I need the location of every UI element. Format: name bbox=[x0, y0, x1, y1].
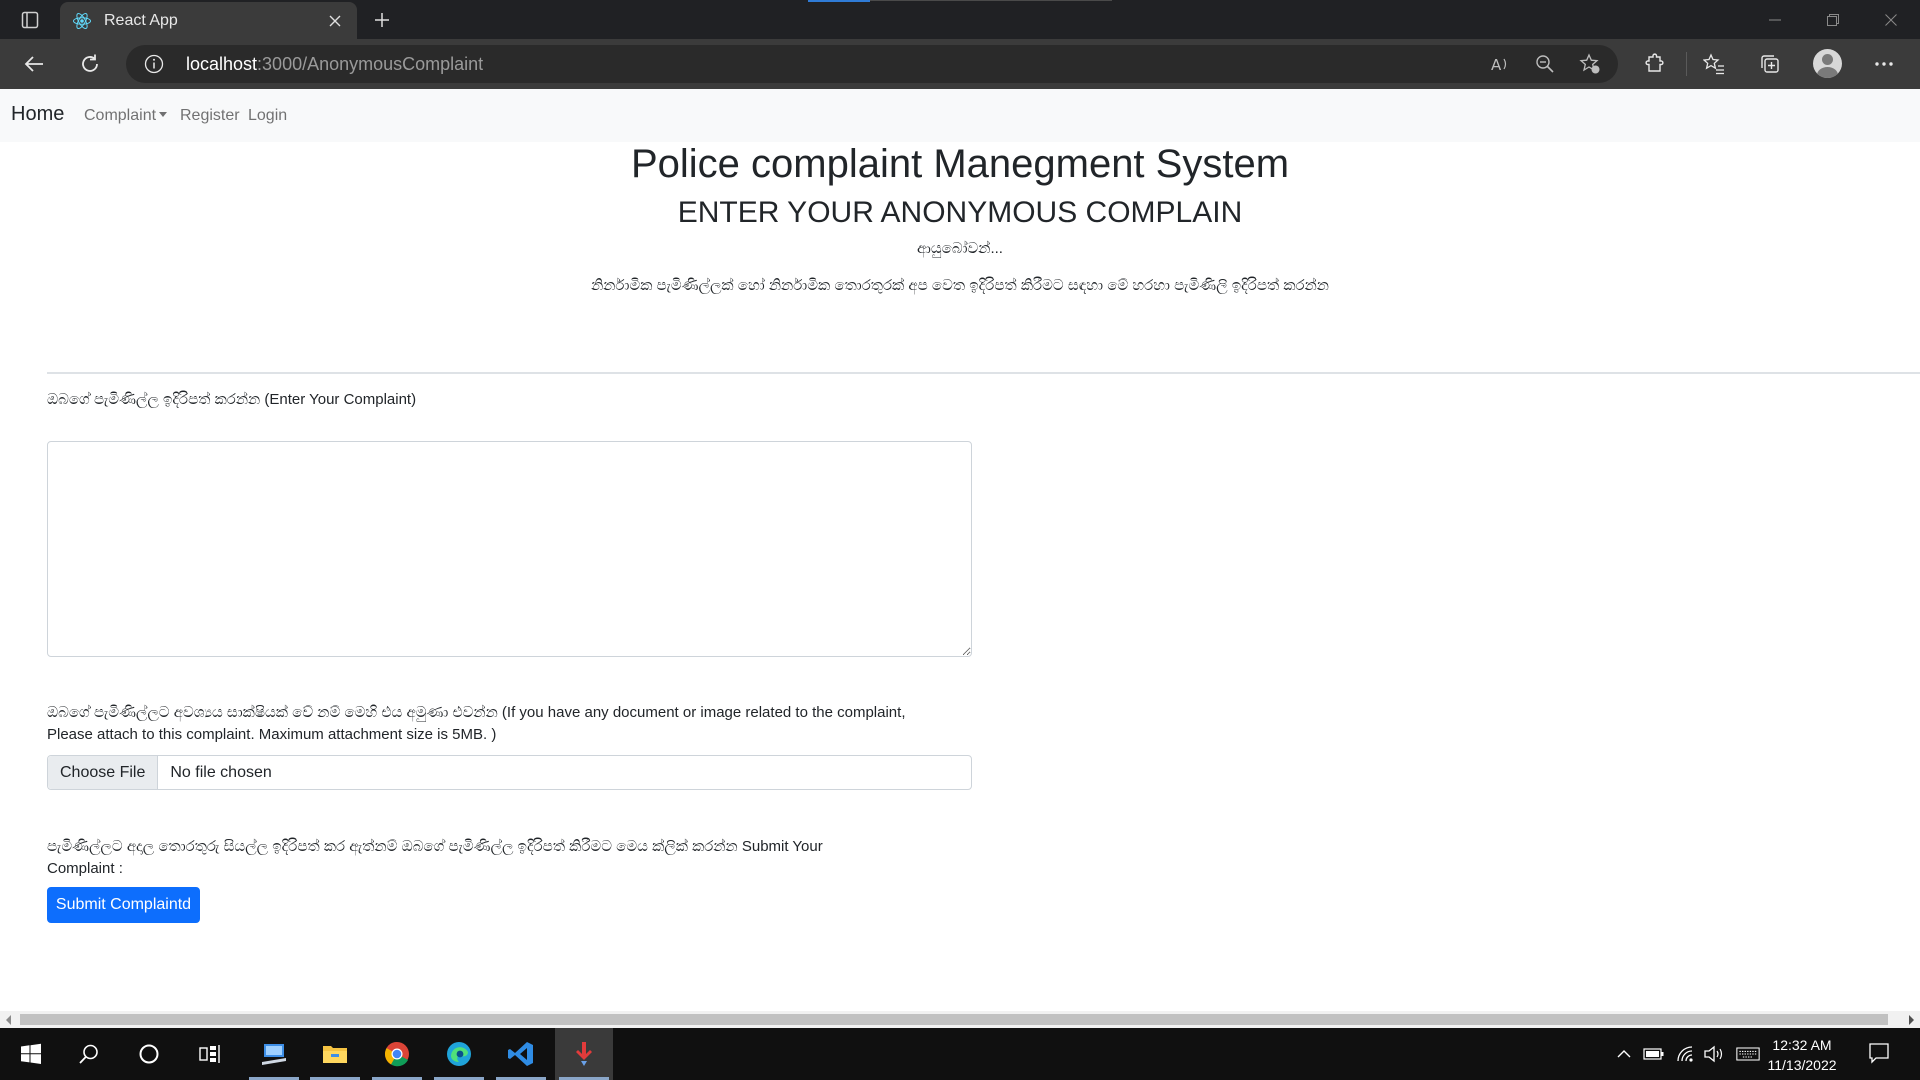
complaint-textarea[interactable] bbox=[47, 441, 972, 657]
complaint-label: ඔබගේ පැමිණිල්ල ඉදිරිපත් කරන්න (Enter You… bbox=[47, 391, 417, 408]
submit-label: පැමිණිල්ලට අදාල තොරතුරු සියල්ල ඉදිරිපත් … bbox=[47, 836, 823, 880]
extensions-icon[interactable] bbox=[1637, 47, 1671, 81]
url-text[interactable]: localhost:3000/AnonymousComplaint bbox=[186, 54, 483, 75]
navbar-brand-home[interactable]: Home bbox=[11, 103, 64, 126]
submit-label-line1: පැමිණිල්ලට අදාල තොරතුරු සියල්ල ඉදිරිපත් … bbox=[47, 838, 823, 855]
favorites-icon[interactable] bbox=[1697, 47, 1731, 81]
notification-center-icon[interactable] bbox=[1868, 1042, 1892, 1066]
windows-start-icon[interactable] bbox=[2, 1028, 60, 1080]
minimize-icon[interactable] bbox=[1746, 0, 1804, 39]
add-favorite-icon[interactable] bbox=[1578, 52, 1602, 76]
tab-title: React App bbox=[104, 11, 178, 29]
toolbar-separator bbox=[1686, 52, 1687, 76]
nav-complaint-dropdown[interactable]: Complaint bbox=[84, 107, 168, 125]
remote-desktop-icon[interactable] bbox=[245, 1028, 303, 1080]
browser-toolbar: localhost:3000/AnonymousComplaint A bbox=[0, 39, 1920, 89]
profile-avatar[interactable] bbox=[1813, 49, 1842, 78]
intro-text: නිර්නාමික පැමිණිල්ලක් හෝ නිර්නාමික තොරතු… bbox=[591, 277, 1329, 294]
site-navbar: Home Complaint Register Login bbox=[0, 89, 1920, 142]
refresh-icon[interactable] bbox=[73, 47, 107, 81]
tab-divider-line bbox=[870, 0, 1112, 1]
site-info-icon[interactable] bbox=[144, 54, 164, 74]
restore-icon[interactable] bbox=[1804, 0, 1862, 39]
more-menu-icon[interactable] bbox=[1867, 47, 1901, 81]
horizontal-scrollbar[interactable] bbox=[0, 1011, 1920, 1028]
new-tab-icon[interactable] bbox=[368, 6, 396, 34]
tab-actions-icon[interactable] bbox=[14, 6, 46, 34]
clock-date: 11/13/2022 bbox=[1767, 1057, 1837, 1073]
svg-text:A: A bbox=[1491, 56, 1502, 74]
caret-down-icon bbox=[159, 112, 168, 117]
nav-complaint-label: Complaint bbox=[84, 107, 157, 124]
address-bar[interactable]: localhost:3000/AnonymousComplaint A bbox=[126, 45, 1618, 83]
edge-icon[interactable] bbox=[430, 1028, 488, 1080]
collections-icon[interactable] bbox=[1753, 47, 1787, 81]
nav-register[interactable]: Register bbox=[180, 107, 240, 125]
section-divider bbox=[47, 372, 1920, 374]
zoom-icon[interactable] bbox=[1533, 52, 1557, 76]
url-host: localhost bbox=[186, 54, 258, 74]
wifi-icon[interactable] bbox=[1674, 1042, 1698, 1066]
scroll-left-icon[interactable] bbox=[6, 1015, 11, 1025]
show-hidden-icons-icon[interactable] bbox=[1612, 1042, 1636, 1066]
chrome-icon[interactable] bbox=[368, 1028, 426, 1080]
browser-tab[interactable]: React App bbox=[60, 2, 357, 39]
react-icon bbox=[72, 11, 92, 31]
vscode-icon[interactable] bbox=[492, 1028, 550, 1080]
volume-icon[interactable] bbox=[1702, 1042, 1726, 1066]
browser-tabstrip: React App bbox=[0, 0, 1920, 39]
scroll-right-icon[interactable] bbox=[1909, 1015, 1914, 1025]
read-aloud-icon[interactable]: A bbox=[1488, 52, 1512, 76]
clock-time: 12:32 AM bbox=[1772, 1037, 1832, 1053]
app-icon[interactable] bbox=[555, 1028, 613, 1080]
url-path: :3000/AnonymousComplaint bbox=[257, 54, 484, 74]
screen: React App localhost:3000/AnonymousCompla… bbox=[0, 0, 1920, 1080]
attachment-label-line1: ඔබගේ පැමිණිල්ලට අවශ්‍යය සාක්ෂියක් වේ නම්… bbox=[47, 704, 906, 721]
taskbar-clock[interactable]: 12:32 AM 11/13/2022 bbox=[1756, 1035, 1848, 1075]
file-status-text: No file chosen bbox=[170, 763, 272, 781]
task-view-icon[interactable] bbox=[181, 1028, 239, 1080]
cortana-icon[interactable] bbox=[120, 1028, 178, 1080]
windows-taskbar: 12:32 AM 11/13/2022 bbox=[0, 1028, 1920, 1080]
attachment-label-line2: Please attach to this complaint. Maximum… bbox=[47, 726, 497, 743]
back-icon[interactable] bbox=[17, 47, 51, 81]
tab-accent-line bbox=[808, 0, 870, 2]
greeting-text: ආයුබෝවන්... bbox=[917, 240, 1003, 257]
submit-complaint-button[interactable]: Submit Complaintd bbox=[47, 887, 200, 923]
close-window-icon[interactable] bbox=[1862, 0, 1920, 39]
page-subtitle: ENTER YOUR ANONYMOUS COMPLAIN bbox=[677, 196, 1243, 229]
attachment-label: ඔබගේ පැමිණිල්ලට අවශ්‍යය සාක්ෂියක් වේ නම්… bbox=[47, 702, 906, 746]
search-icon[interactable] bbox=[60, 1028, 118, 1080]
close-tab-icon[interactable] bbox=[325, 11, 345, 31]
file-upload-input[interactable]: Choose File No file chosen bbox=[47, 755, 972, 790]
file-explorer-icon[interactable] bbox=[306, 1028, 364, 1080]
page-title: Police complaint Manegment System bbox=[630, 142, 1290, 186]
battery-icon[interactable] bbox=[1642, 1042, 1666, 1066]
submit-label-line2: Complaint : bbox=[47, 860, 123, 877]
scrollbar-thumb[interactable] bbox=[20, 1014, 1888, 1025]
nav-login[interactable]: Login bbox=[248, 107, 287, 125]
choose-file-button[interactable]: Choose File bbox=[48, 756, 159, 789]
